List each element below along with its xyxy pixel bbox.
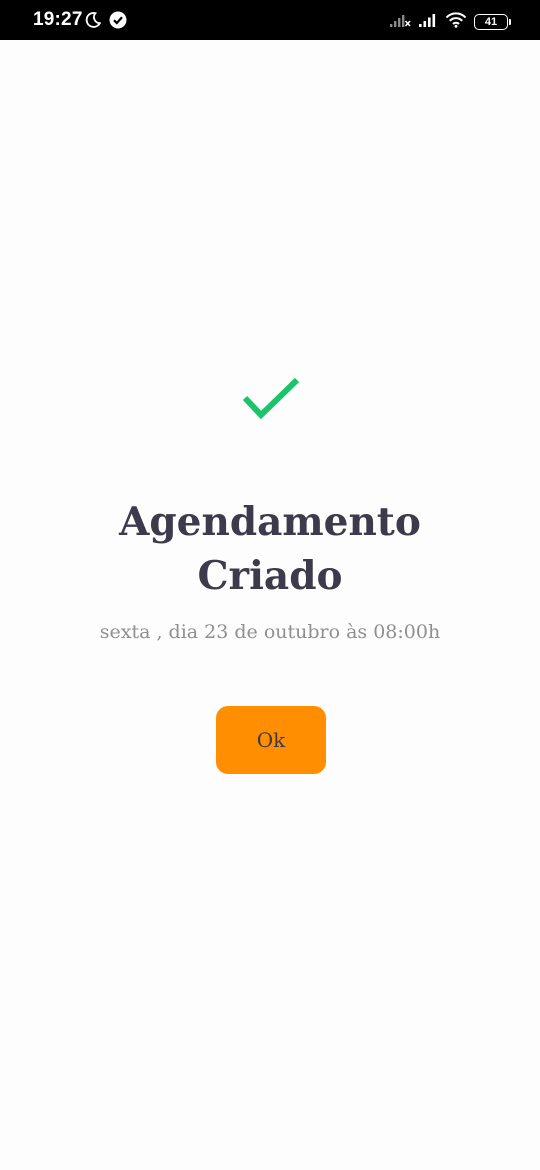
- title-line-1: Agendamento: [119, 499, 421, 545]
- battery-level: 41: [484, 16, 498, 28]
- battery-icon: 41: [474, 14, 511, 30]
- moon-icon: [84, 11, 102, 34]
- page-title: Agendamento Criado: [0, 495, 540, 603]
- signal-x-icon: [389, 12, 411, 33]
- status-time: 19:27: [33, 9, 83, 30]
- checkmark-icon: [242, 377, 300, 420]
- status-bar: 19:27 41: [0, 0, 540, 40]
- wifi-icon: [445, 11, 467, 33]
- status-left-icons: [84, 11, 127, 34]
- check-circle-icon: [109, 11, 127, 34]
- appointment-datetime: sexta , dia 23 de outubro às 08:00h: [99, 621, 441, 643]
- status-right-icons: 41: [389, 11, 511, 33]
- ok-button[interactable]: Ok: [216, 706, 326, 774]
- signal-icon: [418, 12, 438, 33]
- confirmation-screen: Agendamento Criado sexta , dia 23 de out…: [0, 40, 540, 1170]
- title-line-2: Criado: [197, 553, 343, 599]
